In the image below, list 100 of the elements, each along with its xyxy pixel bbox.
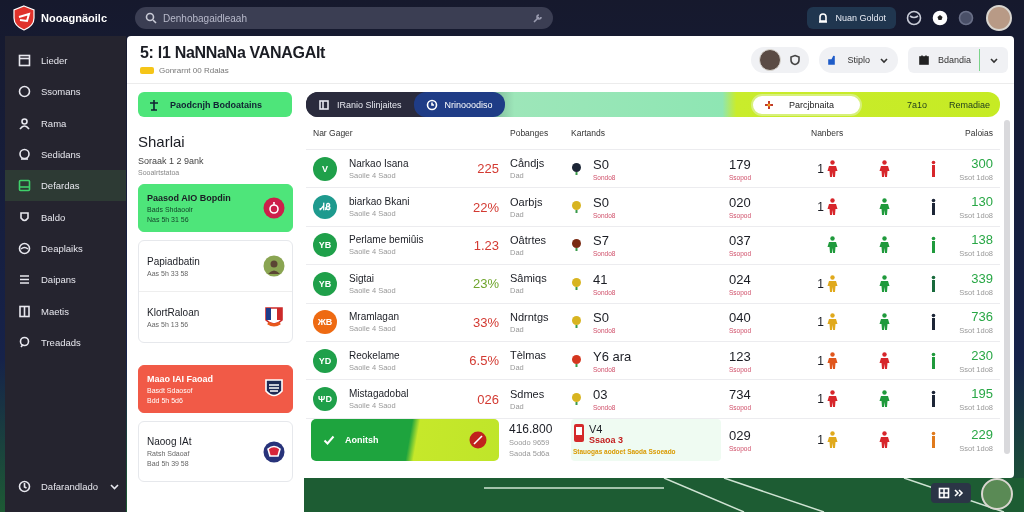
profile-avatar	[759, 48, 782, 71]
total-value: 138	[970, 232, 993, 248]
page-title: 5: l1 NaNNaNa VANAGAIt	[140, 44, 326, 62]
table-cell-text: Sdmes	[510, 387, 546, 400]
table-cell-text: Tèlmas	[510, 349, 548, 362]
menu-item-icon	[18, 179, 31, 193]
score-value: S7	[593, 233, 610, 249]
menu-item-icon	[18, 210, 31, 224]
shield-logo-icon	[12, 5, 36, 31]
sidebar-item[interactable]: Deaplaiks	[5, 232, 126, 265]
amount-value: 416.800	[509, 422, 554, 437]
table-cell-text: Oarbjs	[510, 195, 544, 208]
menu-item-icon	[18, 304, 31, 318]
menu-item-icon	[18, 335, 31, 349]
card-title: Maao IAI Faoad	[147, 374, 213, 384]
column-header: Paloias	[964, 128, 993, 138]
percent-value: 22%	[471, 199, 499, 215]
menu-item-icon	[18, 54, 31, 68]
profile-button[interactable]	[751, 46, 810, 73]
chevron-icon	[952, 487, 964, 499]
flag-icon	[263, 306, 285, 328]
status-badge	[140, 67, 154, 74]
search-field[interactable]: Denhobagaidleaah	[163, 12, 525, 24]
table-cell-text: Sâmiqs	[510, 272, 548, 285]
sidebar-item[interactable]: Treadads	[5, 326, 126, 358]
no-sign-icon	[469, 431, 487, 450]
team-logo: V	[313, 156, 337, 181]
tab[interactable]: Nrinooodiso	[413, 92, 505, 117]
toolbar-label: Remadiae	[948, 99, 990, 110]
view-button[interactable]	[931, 483, 971, 503]
score-value: 03	[593, 387, 609, 403]
team-name: Mramlagan	[349, 311, 401, 323]
percent-value: 225	[476, 161, 499, 177]
mark-number: 1	[817, 392, 824, 407]
team-logo: YB	[313, 233, 337, 258]
mark-number: 1	[817, 315, 824, 330]
app-name: Nooagnäoilc	[41, 12, 107, 24]
sidebar-item[interactable]: Daipans	[5, 264, 126, 296]
count-value: 179	[729, 156, 752, 172]
count-value: 024	[729, 271, 752, 287]
score-value: S0	[593, 156, 610, 172]
sidebar-item[interactable]: Maetis	[5, 295, 126, 327]
shield-icon	[789, 53, 802, 66]
column-header: Nanbers	[810, 128, 845, 138]
card-title: Naoog IAt	[147, 436, 192, 447]
card-title: Papiadbatin	[147, 255, 200, 267]
mark-number: 1	[817, 433, 824, 448]
percent-value: 23%	[471, 276, 499, 292]
team-logo: ᏗᏰ	[313, 195, 337, 220]
phone-icon	[573, 423, 585, 444]
team-name: Perlame bemiûis	[349, 234, 425, 246]
menu-item-icon	[18, 85, 31, 99]
mark-number: 1	[817, 353, 824, 368]
ring-icon	[263, 197, 285, 219]
sidebar-item[interactable]: Rama	[5, 107, 126, 139]
menu-item-icon	[18, 148, 31, 162]
avatar-icon	[263, 255, 285, 277]
table-cell-text: Oâtrtes	[510, 233, 548, 246]
menu-item-icon	[18, 241, 31, 255]
count-value: 037	[729, 233, 752, 249]
card-label: Ssaoa 3	[589, 435, 624, 446]
notification-button[interactable]: Nuan Goldot	[807, 7, 896, 29]
count-value: 040	[729, 310, 752, 326]
score-value: Y6 ara	[593, 348, 633, 364]
scrollbar[interactable]	[1004, 120, 1010, 454]
add-button[interactable]: Paodcnjh Bodoatains	[138, 92, 292, 117]
sidebar-item[interactable]: Sedidans	[5, 138, 126, 171]
team-name: Reokelame	[349, 349, 401, 361]
sidebar-item[interactable]: Lieder	[5, 45, 126, 77]
page-subtitle: Gonrarnt 00 Rdalas	[159, 66, 229, 75]
total-value: 130	[970, 194, 993, 210]
user-avatar[interactable]	[986, 5, 1012, 31]
crest-icon	[263, 440, 285, 463]
date-button[interactable]: Bdandia	[907, 46, 1008, 73]
total-value: 230	[970, 347, 993, 363]
filter-dropdown[interactable]: Stiplo	[819, 46, 898, 73]
sidebar-item[interactable]: Ssomans	[5, 76, 126, 108]
table-cell-text: Ndrntgs	[510, 310, 550, 323]
team-logo: ЖB	[313, 310, 337, 335]
total-value: 229	[970, 427, 993, 443]
score-value: S0	[593, 195, 610, 211]
team-name: Sigtai	[349, 272, 375, 284]
search-bar[interactable]: Denhobagaidleaah	[135, 7, 553, 29]
card-title: V4	[589, 423, 604, 436]
total-value: 736	[970, 309, 993, 325]
mark-number: 1	[817, 276, 824, 291]
team-name: biarkao Bkani	[349, 196, 411, 208]
circle-icon	[958, 10, 974, 26]
total-value: 300	[970, 155, 993, 171]
sidebar-item[interactable]: Defardas	[5, 170, 126, 202]
wrench-icon	[531, 12, 543, 24]
calendar-icon	[917, 53, 930, 66]
filter-chip[interactable]: Parcjbnaita	[750, 93, 862, 116]
team-name: Narkao Isana	[349, 157, 410, 169]
sidebar-footer-item[interactable]: Dafarandlado	[5, 470, 126, 502]
column-header: Kartands	[571, 128, 607, 138]
section-heading: Sharlai	[138, 133, 186, 150]
sidebar-item[interactable]: Baldo	[5, 201, 126, 233]
team-logo: ΨD	[313, 387, 337, 412]
check-icon	[323, 434, 335, 447]
